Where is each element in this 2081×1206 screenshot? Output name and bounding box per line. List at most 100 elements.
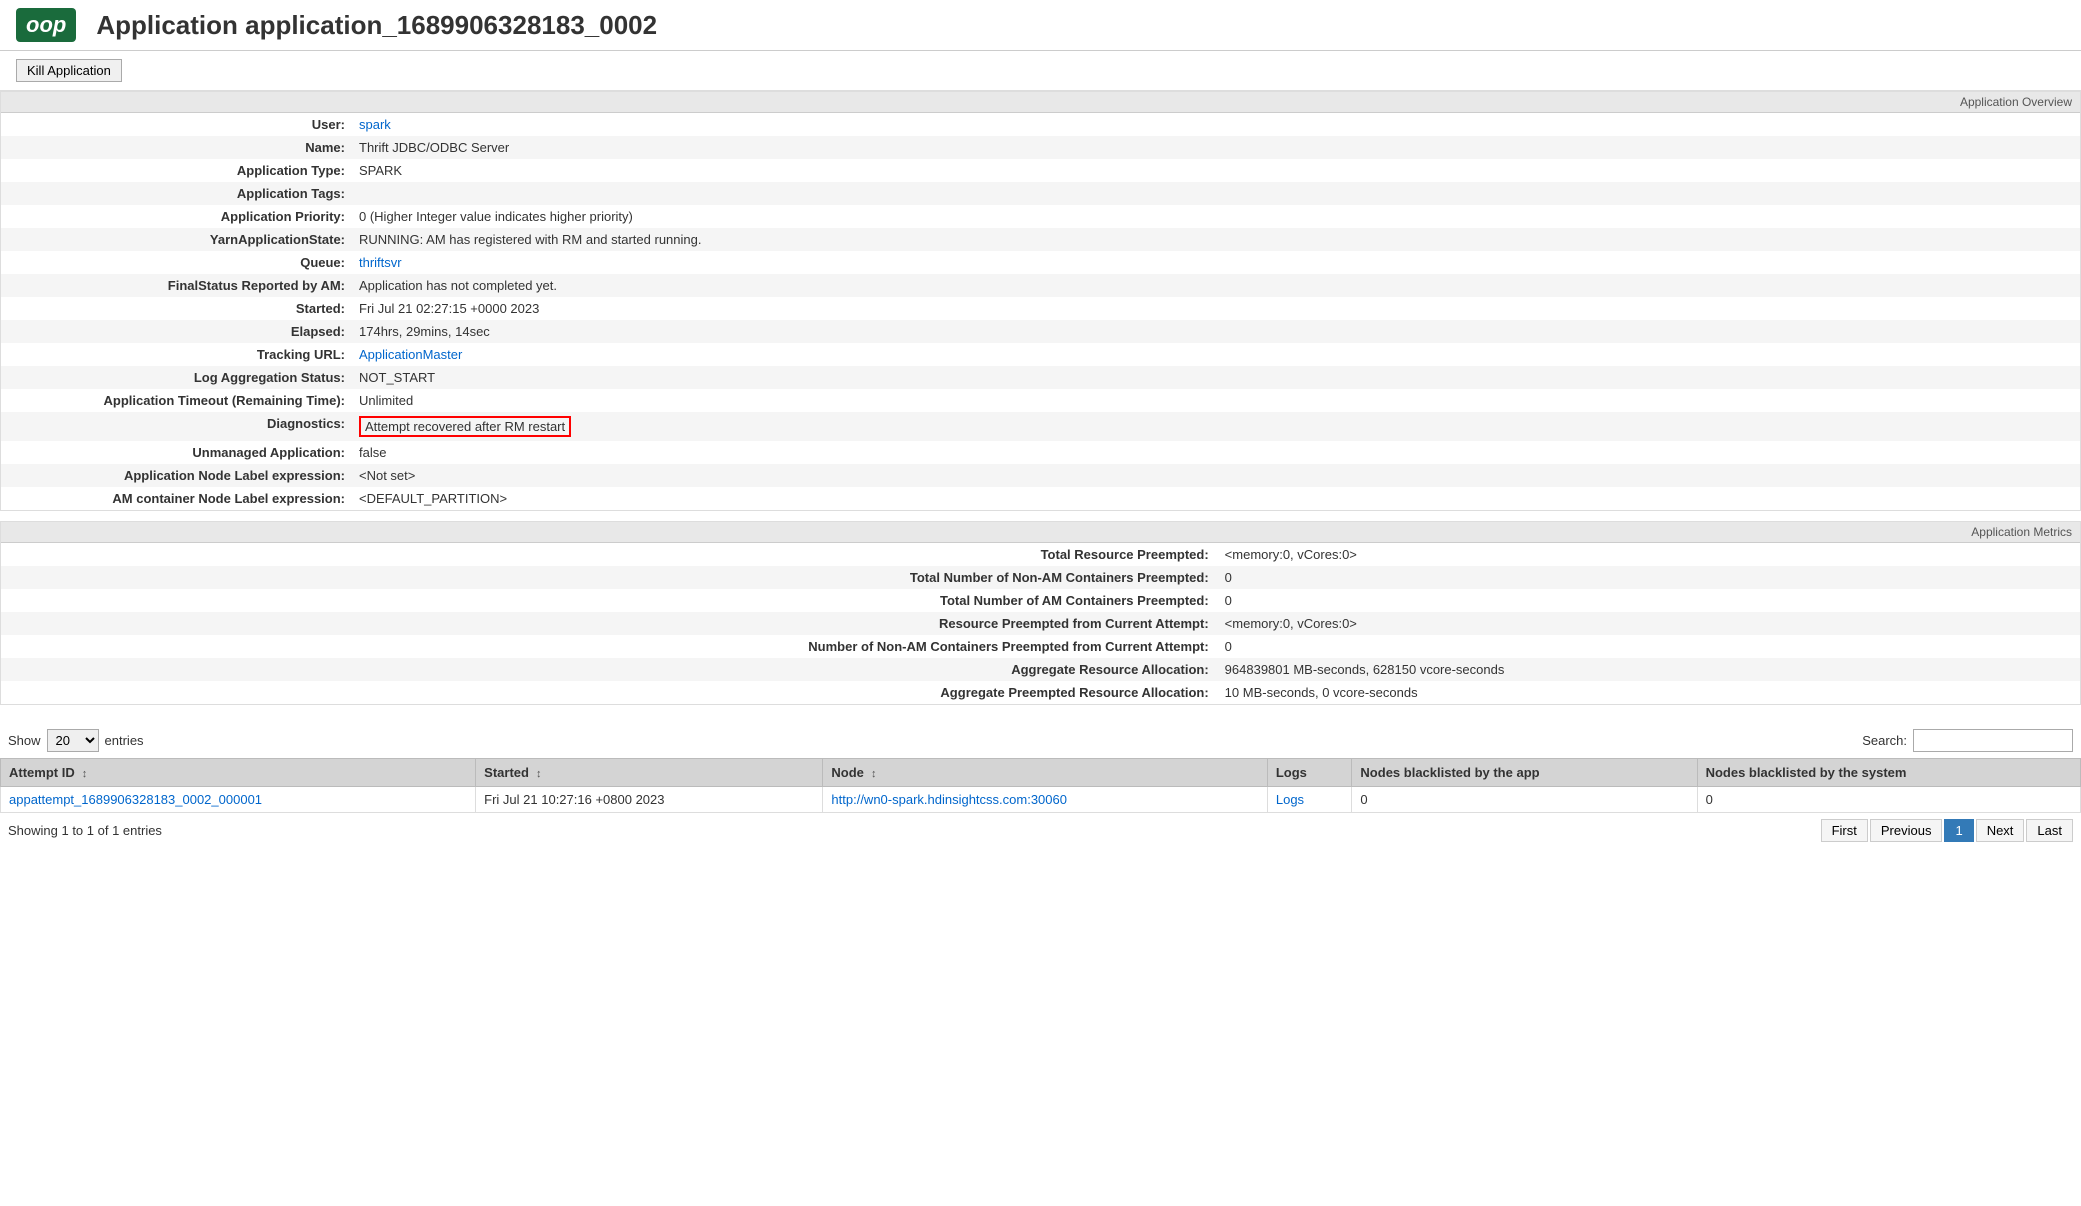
metrics-row-label: Total Number of AM Containers Preempted: — [1, 589, 1217, 612]
logo: oop — [16, 8, 76, 42]
overview-row-label: Application Priority: — [1, 205, 351, 228]
overview-row-value: thriftsvr — [351, 251, 2080, 274]
overview-row-link[interactable]: spark — [359, 117, 391, 132]
overview-row-value: spark — [351, 113, 2080, 136]
overview-row: AM container Node Label expression:<DEFA… — [1, 487, 2080, 510]
overview-row-label: Application Tags: — [1, 182, 351, 205]
started-cell: Fri Jul 21 10:27:16 +0800 2023 — [476, 787, 823, 813]
overview-row-label: User: — [1, 113, 351, 136]
metrics-row-value: <memory:0, vCores:0> — [1217, 543, 2080, 566]
table-column-header: Nodes blacklisted by the app — [1352, 759, 1697, 787]
overview-row-value: Unlimited — [351, 389, 2080, 412]
table-column-header[interactable]: Started ↕ — [476, 759, 823, 787]
overview-row-value — [351, 182, 2080, 205]
search-input[interactable] — [1913, 729, 2073, 752]
page-header: oop Application application_168990632818… — [0, 0, 2081, 51]
table-column-header: Nodes blacklisted by the system — [1697, 759, 2080, 787]
next-page-button[interactable]: Next — [1976, 819, 2025, 842]
kill-application-button[interactable]: Kill Application — [16, 59, 122, 82]
entries-select[interactable]: 10202550100 — [47, 729, 99, 752]
metrics-row: Aggregate Resource Allocation:964839801 … — [1, 658, 2080, 681]
overview-panel-header: Application Overview — [1, 92, 2080, 113]
table-column-header[interactable]: Attempt ID ↕ — [1, 759, 476, 787]
kill-section: Kill Application — [0, 51, 2081, 91]
overview-panel: Application Overview User: spark Name:Thri… — [0, 91, 2081, 511]
page-title: Application application_1689906328183_00… — [96, 10, 657, 41]
sort-arrow-icon: ↕ — [533, 768, 542, 780]
overview-row: Tracking URL: ApplicationMaster — [1, 343, 2080, 366]
overview-row-label: Elapsed: — [1, 320, 351, 343]
pagination-area: Showing 1 to 1 of 1 entries First Previo… — [0, 813, 2081, 848]
overview-row-value: ApplicationMaster — [351, 343, 2080, 366]
first-page-button[interactable]: First — [1821, 819, 1868, 842]
overview-row: Queue: thriftsvr — [1, 251, 2080, 274]
pagination-buttons: First Previous 1 Next Last — [1821, 819, 2073, 842]
search-area: Search: — [1862, 729, 2073, 752]
metrics-row: Aggregate Preempted Resource Allocation:… — [1, 681, 2080, 704]
search-label: Search: — [1862, 733, 1907, 748]
metrics-row-label: Aggregate Resource Allocation: — [1, 658, 1217, 681]
overview-row-label: Queue: — [1, 251, 351, 274]
overview-row-value: NOT_START — [351, 366, 2080, 389]
overview-row-label: Log Aggregation Status: — [1, 366, 351, 389]
attempt-id-cell: appattempt_1689906328183_0002_000001 — [1, 787, 476, 813]
table-controls: Show 10202550100 entries Search: — [0, 723, 2081, 758]
metrics-row-label: Resource Preempted from Current Attempt: — [1, 612, 1217, 635]
node-link[interactable]: http://wn0-spark.hdinsightcss.com:30060 — [831, 792, 1067, 807]
overview-row-value: RUNNING: AM has registered with RM and s… — [351, 228, 2080, 251]
overview-row-value: <DEFAULT_PARTITION> — [351, 487, 2080, 510]
entries-label: entries — [105, 733, 144, 748]
attempt-id-link[interactable]: appattempt_1689906328183_0002_000001 — [9, 792, 262, 807]
table-row: appattempt_1689906328183_0002_000001 Fri … — [1, 787, 2081, 813]
overview-row-link[interactable]: thriftsvr — [359, 255, 402, 270]
sort-arrow-icon: ↕ — [868, 768, 877, 780]
metrics-row-value: 0 — [1217, 589, 2080, 612]
overview-row-value: <Not set> — [351, 464, 2080, 487]
overview-row-label: Name: — [1, 136, 351, 159]
last-page-button[interactable]: Last — [2026, 819, 2073, 842]
overview-row-value: Attempt recovered after RM restart — [351, 412, 2080, 441]
overview-row: Unmanaged Application:false — [1, 441, 2080, 464]
metrics-row: Resource Preempted from Current Attempt:… — [1, 612, 2080, 635]
metrics-panel-header: Application Metrics — [1, 522, 2080, 543]
current-page-button[interactable]: 1 — [1944, 819, 1973, 842]
node-cell: http://wn0-spark.hdinsightcss.com:30060 — [823, 787, 1267, 813]
overview-row-value: Application has not completed yet. — [351, 274, 2080, 297]
metrics-row-value: <memory:0, vCores:0> — [1217, 612, 2080, 635]
overview-row: Application Priority:0 (Higher Integer v… — [1, 205, 2080, 228]
overview-row-link[interactable]: ApplicationMaster — [359, 347, 462, 362]
overview-row-label: Application Timeout (Remaining Time): — [1, 389, 351, 412]
overview-row-value: 174hrs, 29mins, 14sec — [351, 320, 2080, 343]
overview-row: Application Tags: — [1, 182, 2080, 205]
overview-row-value: Fri Jul 21 02:27:15 +0000 2023 — [351, 297, 2080, 320]
nodes-blacklisted-system-cell: 0 — [1697, 787, 2080, 813]
overview-row-value: Thrift JDBC/ODBC Server — [351, 136, 2080, 159]
logs-link[interactable]: Logs — [1276, 792, 1304, 807]
sort-arrow-icon: ↕ — [79, 768, 88, 780]
metrics-row-label: Aggregate Preempted Resource Allocation: — [1, 681, 1217, 704]
nodes-blacklisted-app-cell: 0 — [1352, 787, 1697, 813]
table-section: Show 10202550100 entries Search: Attempt… — [0, 715, 2081, 856]
metrics-row: Total Resource Preempted:<memory:0, vCor… — [1, 543, 2080, 566]
metrics-row-label: Total Number of Non-AM Containers Preemp… — [1, 566, 1217, 589]
overview-row-value: 0 (Higher Integer value indicates higher… — [351, 205, 2080, 228]
overview-row-label: Diagnostics: — [1, 412, 351, 441]
metrics-row-value: 10 MB-seconds, 0 vcore-seconds — [1217, 681, 2080, 704]
table-column-header[interactable]: Node ↕ — [823, 759, 1267, 787]
metrics-panel: Application Metrics Total Resource Preem… — [0, 521, 2081, 705]
overview-row: Started:Fri Jul 21 02:27:15 +0000 2023 — [1, 297, 2080, 320]
metrics-row: Number of Non-AM Containers Preempted fr… — [1, 635, 2080, 658]
metrics-table: Total Resource Preempted:<memory:0, vCor… — [1, 543, 2080, 704]
overview-row-label: Application Type: — [1, 159, 351, 182]
diagnostics-highlight: Attempt recovered after RM restart — [359, 416, 571, 437]
show-entries-control: Show 10202550100 entries — [8, 729, 144, 752]
metrics-row-value: 0 — [1217, 635, 2080, 658]
overview-row: YarnApplicationState:RUNNING: AM has reg… — [1, 228, 2080, 251]
overview-row-label: YarnApplicationState: — [1, 228, 351, 251]
overview-row: Elapsed:174hrs, 29mins, 14sec — [1, 320, 2080, 343]
previous-page-button[interactable]: Previous — [1870, 819, 1943, 842]
overview-row-label: Unmanaged Application: — [1, 441, 351, 464]
attempts-table: Attempt ID ↕Started ↕Node ↕ Logs Nodes bla… — [0, 758, 2081, 813]
overview-row-label: Tracking URL: — [1, 343, 351, 366]
overview-row-label: FinalStatus Reported by AM: — [1, 274, 351, 297]
